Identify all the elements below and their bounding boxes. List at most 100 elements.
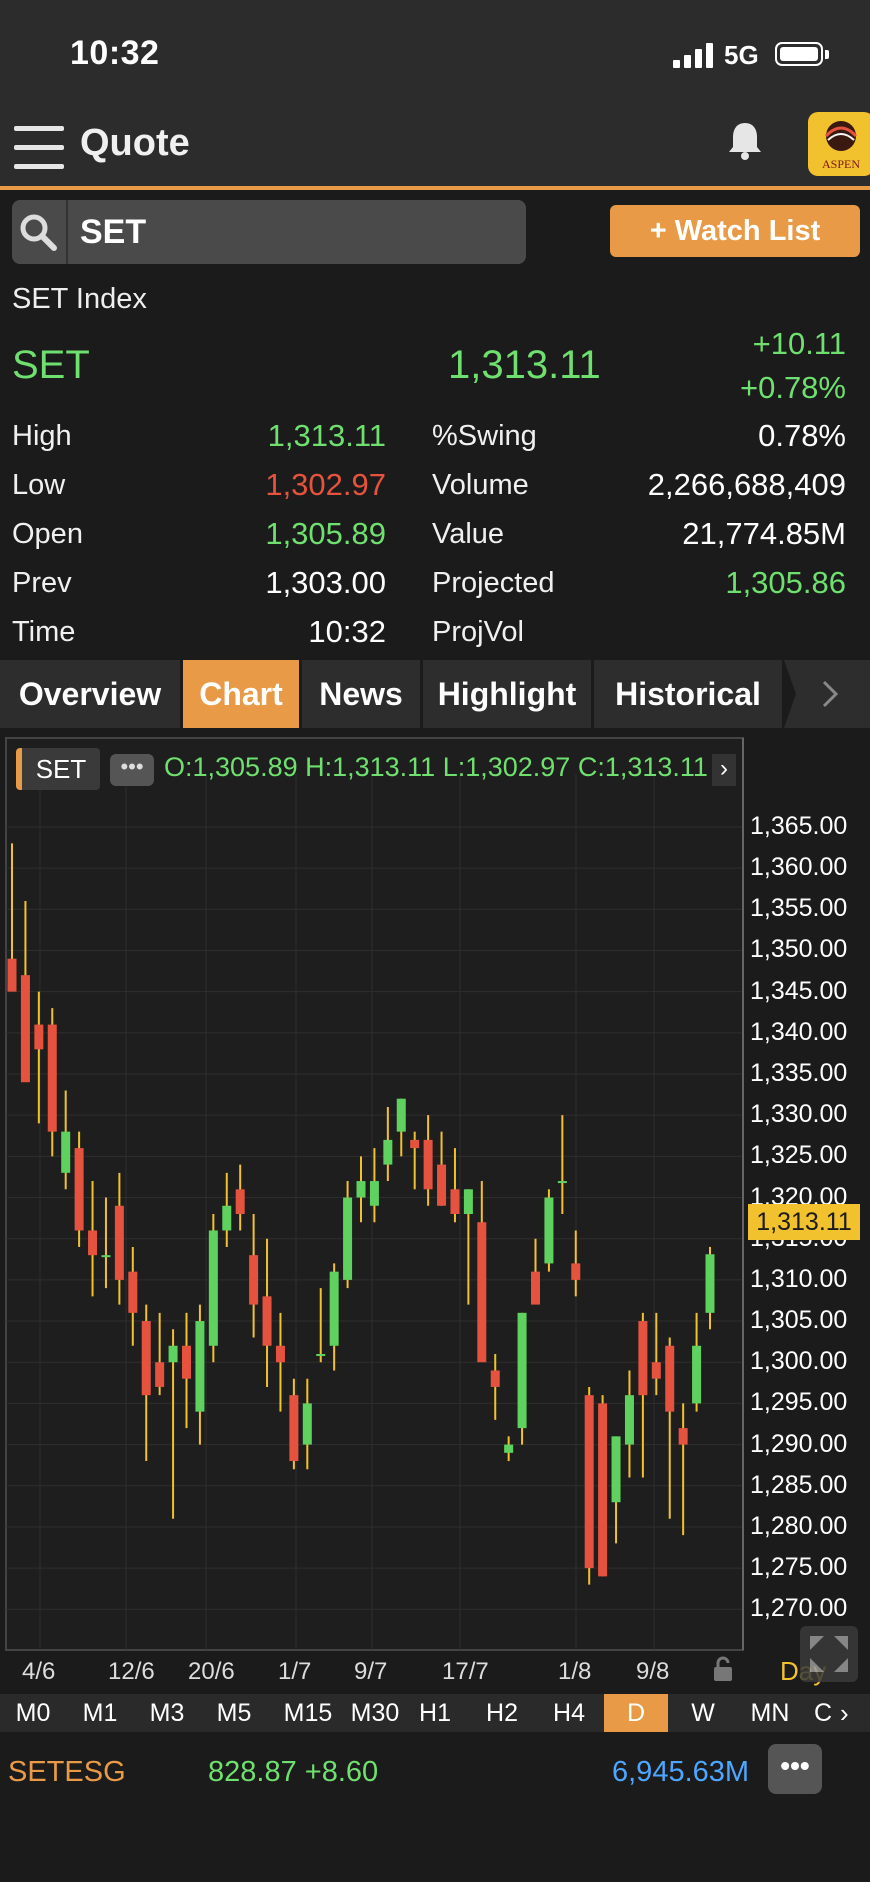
quote-symbol: SET [12, 343, 90, 387]
candle-body [611, 1436, 621, 1503]
candle-body [114, 1205, 124, 1280]
stat-label-value: Value [432, 518, 505, 550]
x-tick-label: 20/6 [188, 1658, 235, 1685]
candle-body [128, 1271, 138, 1313]
candle-body [651, 1362, 661, 1379]
signal-icon [673, 42, 717, 68]
ticker-more-button[interactable]: ••• [768, 1744, 822, 1794]
x-tick-label: 17/7 [442, 1658, 489, 1685]
watch-list-button[interactable]: + Watch List [610, 205, 860, 257]
candle-body [249, 1255, 259, 1305]
tab-overview[interactable]: Overview [0, 660, 180, 728]
candle-body [369, 1181, 379, 1206]
tab-news[interactable]: News [302, 660, 420, 728]
stat-label-prev: Prev [12, 567, 72, 599]
search-input[interactable]: SET [80, 213, 146, 252]
y-tick-label: 1,300.00 [750, 1347, 848, 1376]
stat-value-open: 1,305.89 [265, 516, 386, 551]
candle-body [665, 1345, 675, 1412]
chart-ohlc-readout: O:1,305.89 H:1,313.11 L:1,302.97 C:1,313… [164, 752, 708, 782]
bell-icon[interactable] [726, 120, 764, 167]
timeframe-m1[interactable]: M1 [67, 1694, 133, 1732]
stat-value-projected: 1,305.86 [725, 565, 846, 600]
candle-body [20, 975, 30, 1083]
x-tick-label: 9/8 [636, 1658, 670, 1685]
index-name: SET Index [12, 283, 147, 315]
aspen-logo[interactable]: ASPEN [808, 112, 870, 176]
lock-icon[interactable] [712, 1656, 734, 1687]
candle-body [463, 1189, 473, 1214]
stat-value-value: 21,774.85M [682, 516, 846, 551]
candle-body [598, 1403, 608, 1577]
candle-body [557, 1181, 567, 1184]
timeframe-w[interactable]: W [670, 1694, 736, 1732]
stat-label-swing: %Swing [432, 420, 537, 452]
y-tick-label: 1,305.00 [750, 1306, 848, 1335]
timeframe-m5[interactable]: M5 [201, 1694, 267, 1732]
timeframe-h1[interactable]: H1 [402, 1694, 468, 1732]
price-change-percent: +0.78% [739, 370, 846, 405]
ticker-price: 828.87 +8.60 [208, 1756, 379, 1788]
chart-legend-next-icon[interactable]: › [712, 754, 736, 786]
candle-body [477, 1222, 487, 1363]
stat-label-high: High [12, 420, 72, 452]
candle-body [490, 1370, 500, 1387]
candle-body [155, 1362, 165, 1387]
candle-body [504, 1444, 514, 1453]
chart-canvas[interactable] [0, 734, 870, 1694]
candle-body [74, 1148, 84, 1231]
y-tick-label: 1,270.00 [750, 1594, 848, 1623]
chart-options-button[interactable]: ••• [110, 754, 154, 786]
y-tick-label: 1,355.00 [750, 894, 848, 923]
timeframe-c[interactable]: C [808, 1694, 838, 1732]
y-tick-label: 1,350.00 [750, 935, 848, 964]
candle-body [584, 1395, 594, 1569]
candle-body [638, 1321, 648, 1396]
y-tick-label: 1,290.00 [750, 1429, 848, 1458]
timeframe-h4[interactable]: H4 [536, 1694, 602, 1732]
candle-body [450, 1189, 460, 1214]
candle-body [531, 1271, 540, 1305]
candle-body [571, 1263, 581, 1280]
menu-icon[interactable] [14, 126, 64, 170]
stat-label-projvol: ProjVol [432, 616, 524, 648]
candle-body [383, 1139, 393, 1165]
candle-body [47, 1024, 57, 1132]
candlestick-chart[interactable] [0, 734, 870, 1694]
timeframe-m3[interactable]: M3 [134, 1694, 200, 1732]
tab-highlight[interactable]: Highlight [423, 660, 591, 728]
stat-label-time: Time [12, 616, 76, 648]
aspen-logo-text: ASPEN [821, 157, 860, 171]
stat-label-volume: Volume [432, 469, 529, 501]
timeframe-mn[interactable]: MN [737, 1694, 803, 1732]
candle-body [141, 1321, 151, 1396]
candle-body [34, 1024, 44, 1050]
expand-icon[interactable] [800, 1626, 858, 1682]
stat-value-time: 10:32 [308, 614, 386, 649]
timeframe-h2[interactable]: H2 [469, 1694, 535, 1732]
x-tick-label: 12/6 [108, 1658, 155, 1685]
timeframe-scroll-right-icon[interactable]: › [840, 1694, 870, 1732]
search-icon[interactable] [18, 212, 58, 257]
chart-symbol-label[interactable]: SET [16, 748, 100, 790]
tab-chart[interactable]: Chart [183, 660, 299, 728]
candle-body [329, 1271, 339, 1346]
candle-body [316, 1354, 326, 1356]
timeframe-m0[interactable]: M0 [0, 1694, 66, 1732]
y-tick-label: 1,280.00 [750, 1511, 848, 1540]
stat-value-swing: 0.78% [758, 418, 846, 453]
tab-historical[interactable]: Historical [594, 660, 782, 728]
ticker-symbol[interactable]: SETESG [8, 1756, 126, 1789]
x-tick-label: 4/6 [22, 1658, 56, 1685]
stat-value-volume: 2,266,688,409 [647, 467, 846, 502]
timeframe-m30[interactable]: M30 [342, 1694, 408, 1732]
timeframe-d[interactable]: D [604, 1694, 668, 1732]
stat-value-high: 1,313.11 [267, 418, 386, 453]
app-header: Quote ASPEN [0, 110, 870, 190]
tabs-scroll-right-icon[interactable] [784, 660, 870, 728]
y-tick-label: 1,275.00 [750, 1553, 848, 1582]
y-tick-label: 1,295.00 [750, 1388, 848, 1417]
timeframe-m15[interactable]: M15 [268, 1694, 348, 1732]
y-tick-label: 1,365.00 [750, 811, 848, 840]
timeframe-bar: M0 M1 M3 M5 M15 M30 H1 H2 H4 D W MN C [0, 1694, 870, 1732]
